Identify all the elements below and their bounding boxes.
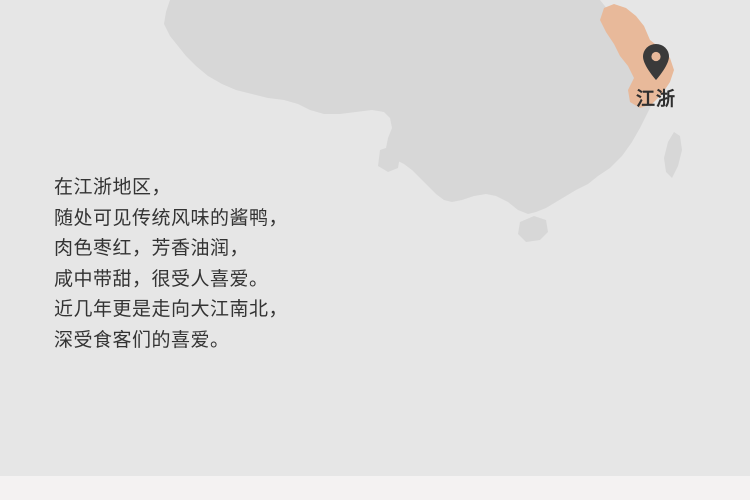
description-line: 随处可见传统风味的酱鸭， <box>54 206 289 229</box>
footer-strip <box>0 476 750 500</box>
description-line: 咸中带甜，很受人喜爱。 <box>54 267 269 290</box>
map-pin-icon <box>643 44 669 80</box>
description-line: 深受食客们的喜爱。 <box>54 328 230 351</box>
description-line: 肉色枣红，芳香油润， <box>54 237 250 259</box>
taiwan-island <box>664 132 682 178</box>
description-line: 在江浙地区， <box>54 176 172 198</box>
page: 江浙 在江浙地区， 随处可见传统风味的酱鸭， 肉色枣红，芳香油润， 咸中带甜，很… <box>0 0 750 500</box>
region-label: 江浙 <box>636 88 677 110</box>
hainan-island <box>518 216 548 242</box>
description-text: 在江浙地区， 随处可见传统风味的酱鸭， 肉色枣红，芳香油润， 咸中带甜，很受人喜… <box>54 172 288 355</box>
description-line: 近几年更是走向大江南北， <box>54 298 289 320</box>
